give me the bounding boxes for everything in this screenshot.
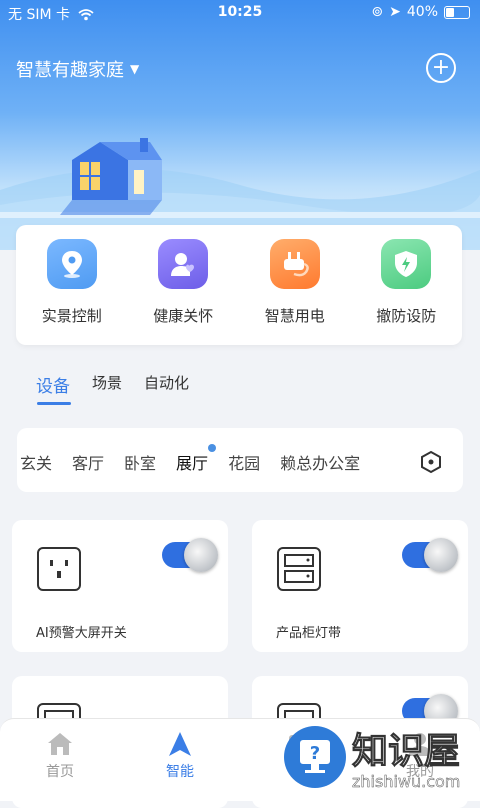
active-dot [208, 444, 217, 452]
action-smart-power[interactable]: 智慧用电 [239, 225, 351, 345]
watermark-url: zhishiwu.com [352, 772, 461, 792]
navigation-arrow-icon [169, 732, 191, 756]
battery-icon [444, 5, 470, 19]
device-card[interactable]: 产品柜灯带 [252, 520, 468, 652]
device-toggle[interactable] [162, 538, 218, 572]
device-toggle[interactable] [402, 538, 458, 572]
action-health-care[interactable]: 健康关怀 [128, 225, 240, 345]
room-item[interactable]: 花园 [228, 450, 260, 474]
caret-down-icon: ▼ [130, 62, 140, 76]
rotation-lock-icon: ⊚ [371, 4, 384, 20]
watermark-title: 知识屋 [351, 731, 461, 773]
toggle-knob [424, 538, 458, 572]
nav-smart[interactable]: 智能 [140, 731, 220, 781]
add-button[interactable]: + [426, 53, 456, 83]
room-filter-bar: 玄关 客厅 卧室 展厅 花园 赖总办公室 [17, 428, 463, 492]
tab-automation[interactable]: 自动化 [144, 372, 189, 397]
device-name: AI预警大屏开关 [36, 626, 127, 641]
house-illustration [0, 138, 480, 250]
shield-bolt-icon [381, 239, 432, 289]
nav-label: 首页 [46, 764, 74, 780]
room-item[interactable]: 赖总办公室 [280, 450, 360, 474]
tab-devices[interactable]: 设备 [36, 372, 70, 397]
plug-icon [269, 239, 320, 289]
toggle-knob [184, 538, 218, 572]
home-icon [48, 733, 72, 755]
watermark-logo: ? [284, 726, 346, 788]
svg-text:?: ? [310, 743, 320, 764]
room-item[interactable]: 客厅 [72, 450, 104, 474]
home-name: 智慧有趣家庭 [16, 60, 124, 81]
socket-icon [37, 547, 81, 591]
battery-fill [446, 7, 454, 17]
status-icons: ⊚ ➤ 40% [371, 4, 470, 20]
room-item[interactable]: 卧室 [124, 450, 156, 474]
person-heart-icon [158, 239, 209, 289]
cabinet-icon [277, 547, 321, 591]
content-tabs: 设备 场景 自动化 [36, 372, 189, 397]
action-arm-disarm[interactable]: 撤防设防 [351, 225, 463, 345]
room-item-active[interactable]: 展厅 [176, 444, 217, 474]
room-list: 玄关 客厅 卧室 展厅 花园 赖总办公室 [20, 444, 360, 474]
room-settings-icon[interactable] [419, 450, 443, 474]
nav-label: 智能 [166, 764, 194, 780]
tab-scenes[interactable]: 场景 [92, 372, 122, 397]
site-watermark: ? 知识屋 zhishiwu.com [282, 722, 478, 796]
status-bar: 无 SIM 卡 10:25 ⊚ ➤ 40% [0, 0, 480, 26]
hero-banner [0, 0, 480, 250]
monitor-question-icon: ? [300, 740, 330, 773]
action-label: 健康关怀 [153, 307, 214, 325]
action-label: 实景控制 [41, 307, 102, 325]
room-item-label: 展厅 [176, 454, 209, 473]
battery-percent: 40% [406, 4, 438, 20]
active-tab-indicator [37, 402, 71, 405]
location-pin-icon [46, 239, 97, 289]
home-selector[interactable]: 智慧有趣家庭 ▼ [16, 56, 139, 82]
quick-actions-card: 实景控制 健康关怀 智慧用电 撤防设防 [16, 225, 462, 345]
nav-home[interactable]: 首页 [20, 731, 100, 781]
action-scene-control[interactable]: 实景控制 [16, 225, 128, 345]
room-item[interactable]: 玄关 [20, 450, 52, 474]
device-card[interactable]: AI预警大屏开关 [12, 520, 228, 652]
location-arrow-icon: ➤ [389, 4, 401, 20]
action-label: 撤防设防 [376, 307, 437, 325]
device-name: 产品柜灯带 [276, 626, 342, 641]
action-label: 智慧用电 [264, 307, 325, 325]
